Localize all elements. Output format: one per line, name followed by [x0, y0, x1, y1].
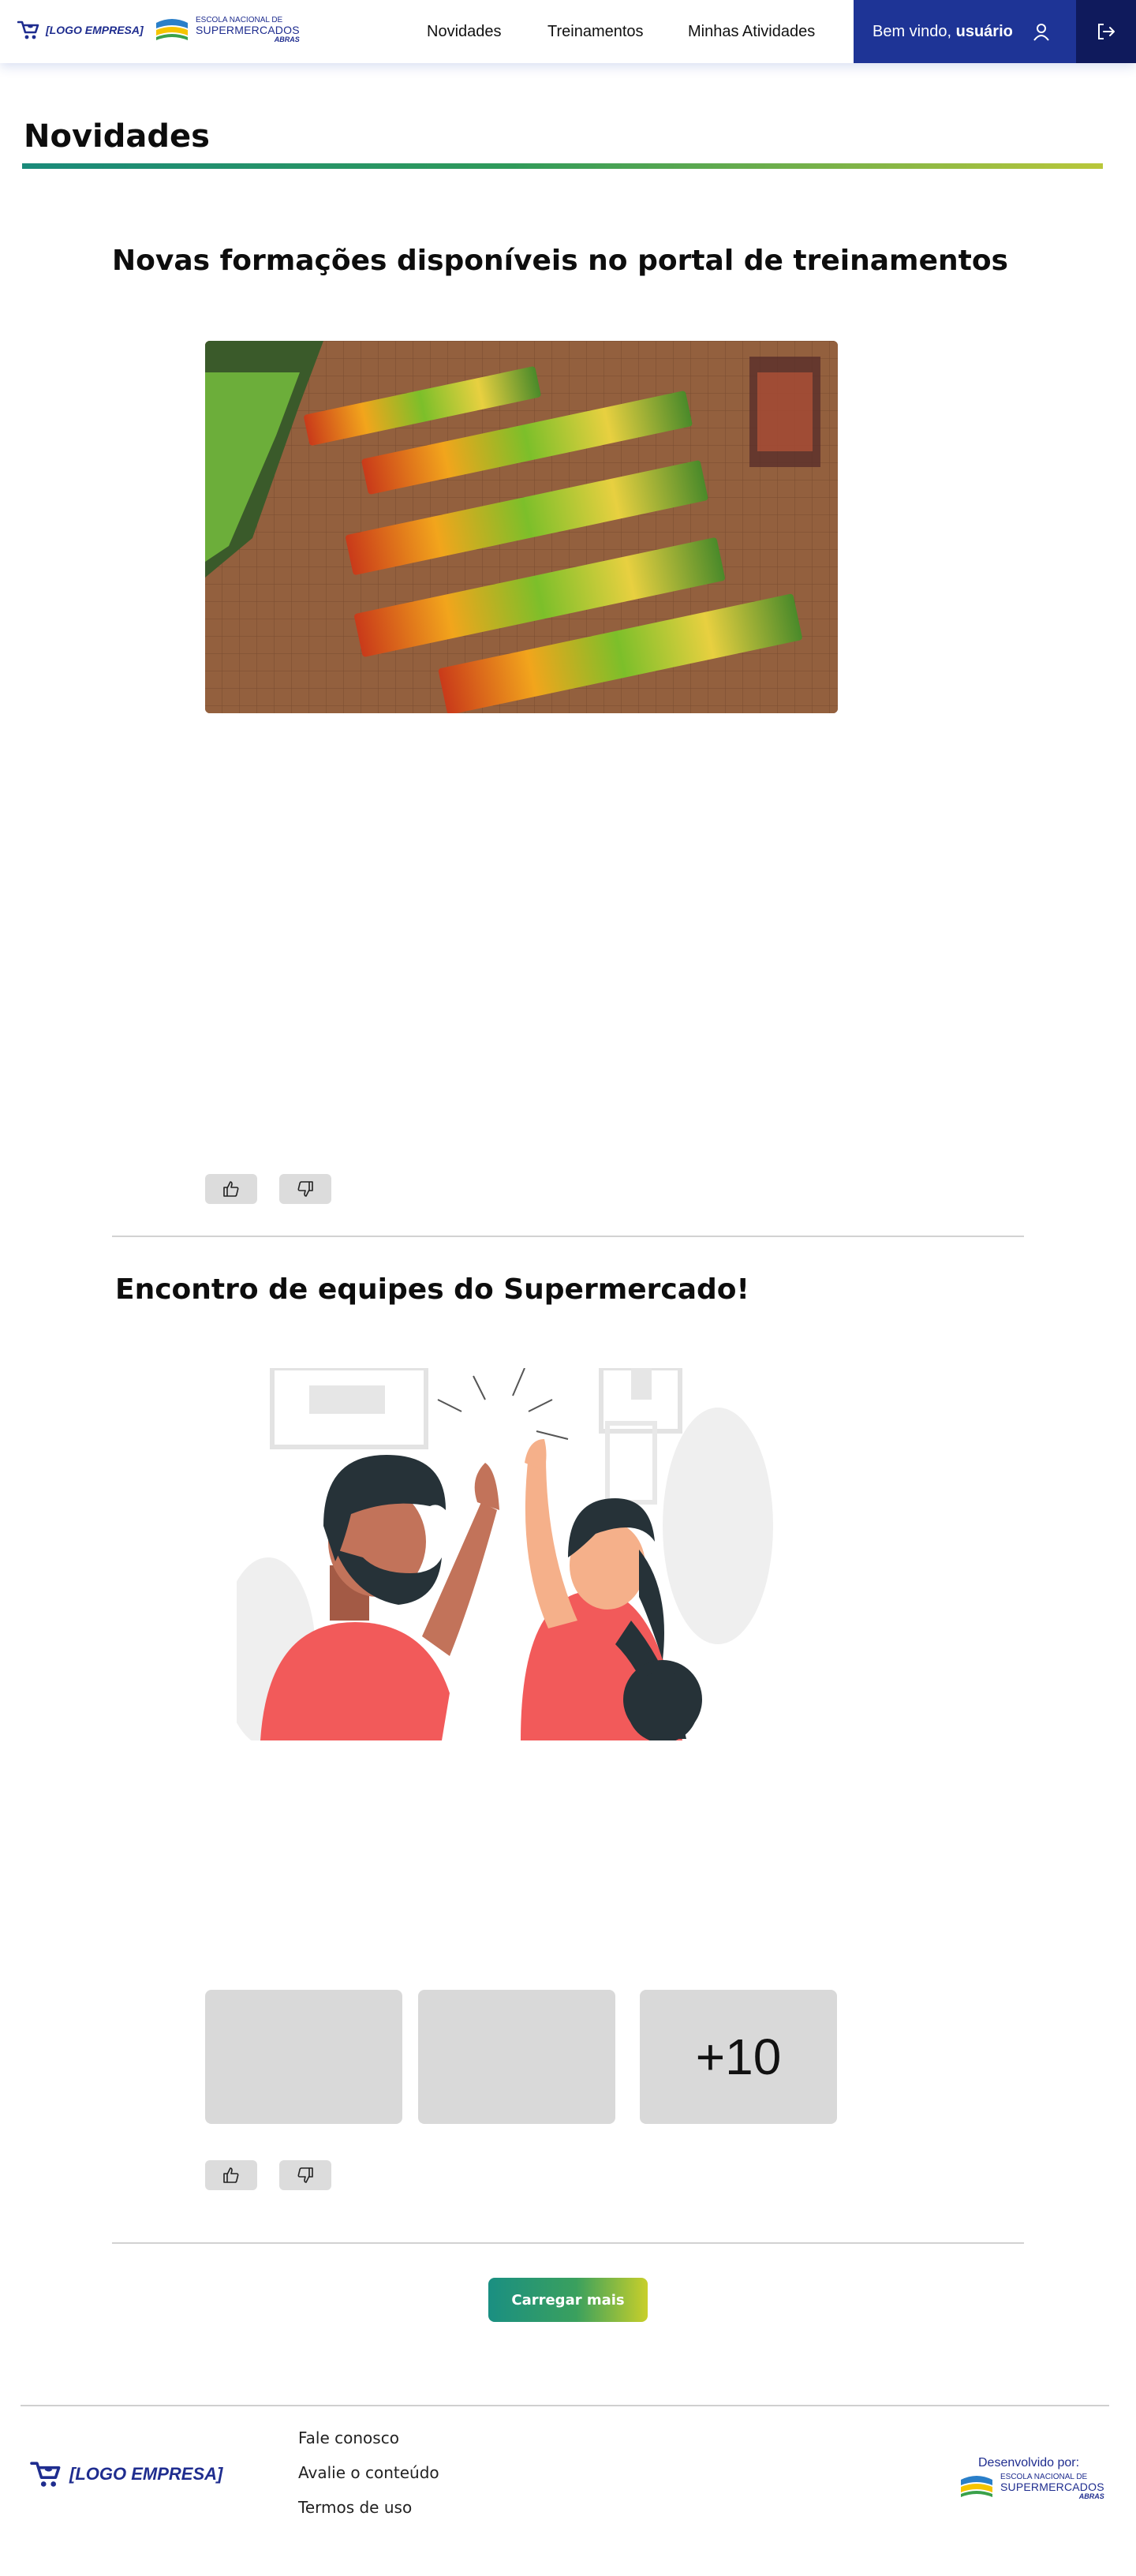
escola-line2: SUPERMERCADOS [196, 24, 300, 36]
user-menu[interactable]: Bem vindo, usuário [854, 0, 1076, 63]
thumbs-down-icon [297, 1181, 313, 1197]
escola-flag-icon [156, 19, 188, 40]
dislike-button-post-2[interactable] [279, 2160, 331, 2190]
footer-company-logo[interactable]: [LOGO EMPRESA] [30, 2460, 222, 2488]
top-header: [LOGO EMPRESA] ESCOLA NACIONAL DE SUPERM… [0, 0, 1136, 63]
cart-icon [30, 2462, 61, 2487]
post-image-supermarket[interactable] [205, 341, 838, 713]
post-title-2: Encontro de equipes do Supermercado! [115, 1273, 749, 1306]
escola-flag-icon [961, 2476, 992, 2497]
post-divider-1 [112, 1236, 1024, 1237]
thumbs-up-icon [223, 1181, 239, 1197]
nav-minhas-atividades[interactable]: Minhas Atividades [688, 23, 815, 41]
thumbs-down-icon [297, 2167, 313, 2183]
post-divider-2 [112, 2242, 1024, 2244]
gallery-thumbnail-1[interactable] [205, 1990, 402, 2124]
page-title: Novidades [24, 118, 210, 155]
like-button-post-1[interactable] [205, 1174, 257, 1204]
footer-logo-text: [LOGO EMPRESA] [69, 2464, 223, 2484]
company-logo-text: [LOGO EMPRESA] [46, 24, 144, 36]
company-logo[interactable]: [LOGO EMPRESA] [17, 20, 144, 40]
footer-link-avalie[interactable]: Avalie o conteúdo [298, 2463, 439, 2482]
like-button-post-2[interactable] [205, 2160, 257, 2190]
footer-link-fale-conosco[interactable]: Fale conosco [298, 2428, 439, 2447]
welcome-text: Bem vindo, usuário [873, 23, 1013, 41]
gallery-thumbnail-2[interactable] [418, 1990, 615, 2124]
nav-novidades[interactable]: Novidades [427, 23, 502, 41]
post-title-1: Novas formações disponíveis no portal de… [112, 245, 1008, 277]
footer-links: Fale conosco Avalie o conteúdo Termos de… [298, 2428, 439, 2533]
gallery-thumbnail-more[interactable]: +10 [640, 1990, 837, 2124]
footer-escola-line2: SUPERMERCADOS [1000, 2481, 1104, 2493]
escola-logo: ESCOLA NACIONAL DE SUPERMERCADOS ABRAS [155, 16, 300, 44]
high-five-illustration [237, 1368, 813, 1740]
thumbs-up-icon [223, 2167, 239, 2183]
title-gradient-bar [22, 163, 1103, 169]
user-icon [1033, 24, 1049, 41]
dislike-button-post-1[interactable] [279, 1174, 331, 1204]
logout-icon [1098, 24, 1115, 39]
logout-button[interactable] [1076, 0, 1136, 63]
developed-by-label: Desenvolvido por: [978, 2456, 1080, 2469]
cart-icon [17, 21, 39, 39]
welcome-prefix: Bem vindo, [873, 22, 956, 40]
nav-treinamentos[interactable]: Treinamentos [547, 23, 644, 41]
welcome-username: usuário [955, 22, 1013, 40]
load-more-button[interactable]: Carregar mais [488, 2278, 648, 2322]
supermarket-photo [205, 341, 838, 713]
footer-escola-logo[interactable]: ESCOLA NACIONAL DE SUPERMERCADOS ABRAS [959, 2473, 1104, 2501]
more-photos-count: +10 [695, 2028, 782, 2085]
footer-divider [21, 2405, 1109, 2406]
post-image-high-five[interactable] [237, 1368, 813, 1740]
footer-link-termos[interactable]: Termos de uso [298, 2498, 439, 2517]
